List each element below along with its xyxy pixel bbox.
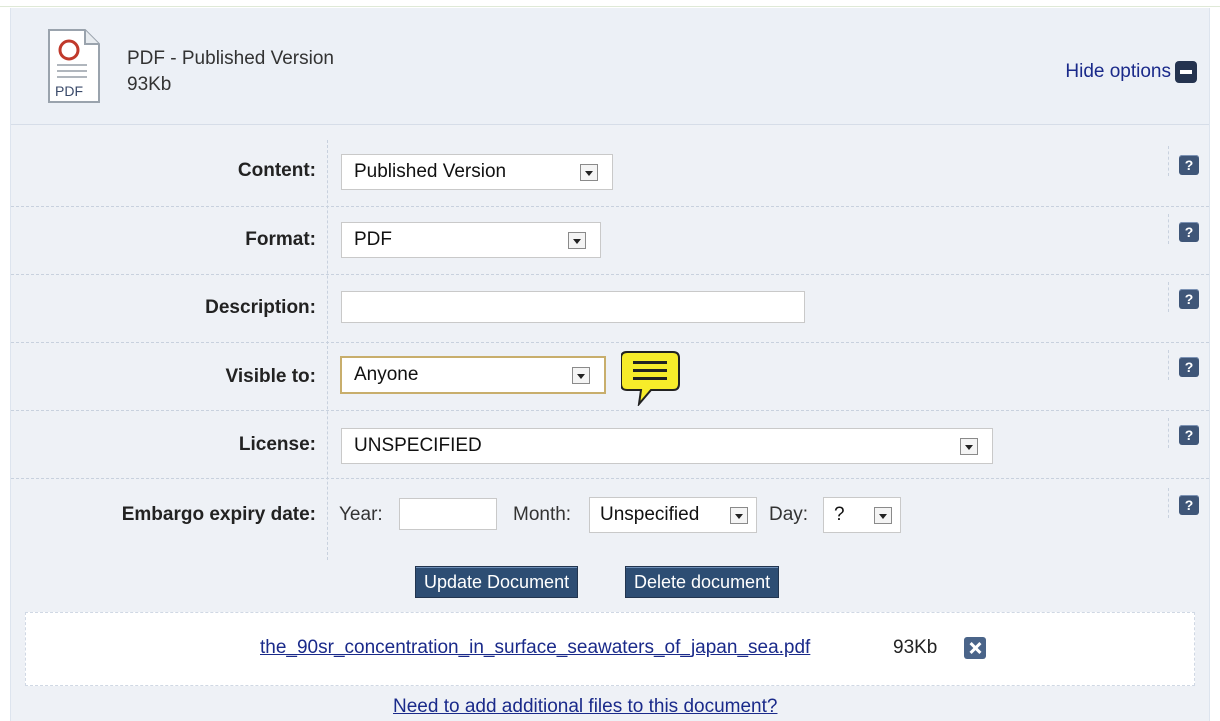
license-label: License: xyxy=(238,434,316,455)
add-files-link[interactable]: Need to add additional files to this doc… xyxy=(393,696,777,718)
chevron-down-icon[interactable] xyxy=(580,164,598,181)
file-list-box: the_90sr_concentration_in_surface_seawat… xyxy=(25,612,1195,686)
delete-document-button[interactable]: Delete document xyxy=(625,566,780,598)
row-divider xyxy=(11,410,1209,411)
format-select[interactable]: PDF xyxy=(341,222,601,258)
chevron-down-icon[interactable] xyxy=(960,438,978,455)
top-divider xyxy=(0,6,1220,7)
help-divider xyxy=(1168,418,1169,448)
description-label: Description: xyxy=(205,297,316,318)
hide-options-link[interactable]: Hide options xyxy=(1065,61,1171,83)
row-divider xyxy=(11,478,1209,479)
content-select[interactable]: Published Version xyxy=(341,154,613,190)
license-select[interactable]: UNSPECIFIED xyxy=(341,428,993,464)
document-header: PDF PDF - Published Version 93Kb Hide op… xyxy=(11,8,1209,125)
visible-to-select-value: Anyone xyxy=(354,364,419,385)
help-divider xyxy=(1168,146,1169,176)
row-divider xyxy=(11,342,1209,343)
help-divider xyxy=(1168,282,1169,312)
chevron-down-icon[interactable] xyxy=(874,507,892,524)
comment-icon[interactable] xyxy=(621,350,681,406)
file-link[interactable]: the_90sr_concentration_in_surface_seawat… xyxy=(260,637,810,659)
column-divider xyxy=(327,140,328,560)
help-content-icon[interactable]: ? xyxy=(1179,155,1199,175)
help-license-icon[interactable]: ? xyxy=(1179,425,1199,445)
svg-text:PDF: PDF xyxy=(55,83,83,99)
day-label: Day: xyxy=(769,504,809,525)
format-label: Format: xyxy=(245,229,316,250)
help-visible-icon[interactable]: ? xyxy=(1179,357,1199,377)
month-select[interactable]: Unspecified xyxy=(589,497,757,533)
help-divider xyxy=(1168,488,1169,518)
document-panel: PDF PDF - Published Version 93Kb Hide op… xyxy=(10,8,1210,721)
delete-file-icon[interactable] xyxy=(964,637,986,659)
visible-to-select[interactable]: Anyone xyxy=(340,356,606,394)
description-input[interactable] xyxy=(341,291,805,323)
day-select[interactable]: ? xyxy=(823,497,901,533)
help-format-icon[interactable]: ? xyxy=(1179,222,1199,242)
document-title: PDF - Published Version xyxy=(127,48,334,69)
pdf-file-icon: PDF xyxy=(48,29,100,103)
license-select-value: UNSPECIFIED xyxy=(354,435,482,456)
chevron-down-icon[interactable] xyxy=(730,507,748,524)
year-label: Year: xyxy=(339,504,383,525)
update-document-button[interactable]: Update Document xyxy=(415,566,579,598)
content-label: Content: xyxy=(237,160,316,181)
help-description-icon[interactable]: ? xyxy=(1179,289,1199,309)
month-label: Month: xyxy=(513,504,572,525)
chevron-down-icon[interactable] xyxy=(572,367,590,384)
collapse-icon[interactable] xyxy=(1175,61,1197,83)
document-size: 93Kb xyxy=(127,74,172,95)
row-divider xyxy=(11,206,1209,207)
year-input[interactable] xyxy=(399,498,497,530)
visible-to-label: Visible to: xyxy=(225,366,316,387)
help-embargo-icon[interactable]: ? xyxy=(1179,495,1199,515)
help-divider xyxy=(1168,214,1169,244)
embargo-label: Embargo expiry date: xyxy=(121,504,316,525)
content-select-value: Published Version xyxy=(354,161,507,182)
file-size: 93Kb xyxy=(893,637,938,658)
help-divider xyxy=(1168,350,1169,380)
day-select-value: ? xyxy=(834,504,845,525)
row-divider xyxy=(11,274,1209,275)
month-select-value: Unspecified xyxy=(600,504,700,525)
format-select-value: PDF xyxy=(354,229,392,250)
chevron-down-icon[interactable] xyxy=(568,232,586,249)
